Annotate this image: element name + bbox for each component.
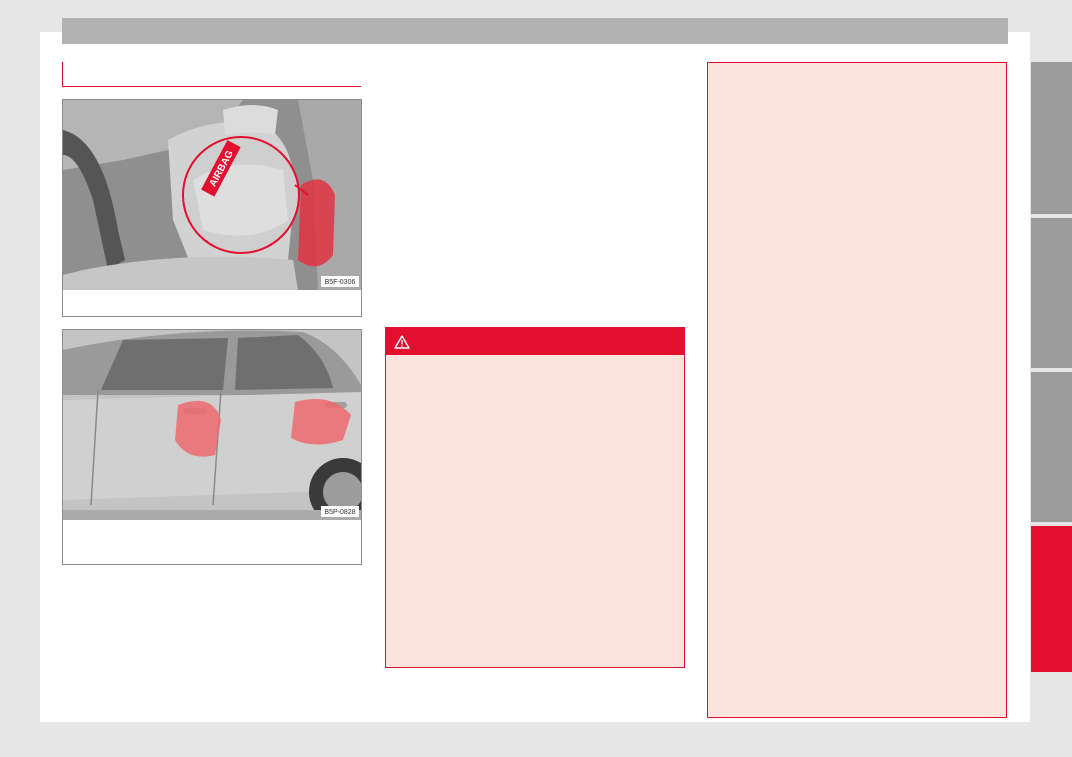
seat-airbag-illustration: AIRBAG B5F-0306	[63, 100, 361, 290]
figure-caption	[63, 290, 361, 314]
figure-seat-airbag: AIRBAG B5F-0306	[62, 99, 362, 317]
chapter-tab-2[interactable]	[1031, 218, 1072, 368]
info-box	[707, 62, 1007, 718]
door-airbags-illustration: B5P-0828	[63, 330, 361, 520]
chapter-tab-active[interactable]	[1031, 526, 1072, 672]
figure-caption	[63, 520, 361, 564]
figure-code: B5P-0828	[324, 509, 355, 516]
page-header-bar	[62, 18, 1008, 44]
warning-box	[385, 327, 685, 668]
warning-header	[386, 328, 684, 355]
figure-door-airbags: B5P-0828	[62, 329, 362, 565]
figure-code: B5F-0306	[325, 279, 356, 286]
chapter-tab-1[interactable]	[1031, 62, 1072, 214]
warning-triangle-icon	[394, 334, 410, 349]
section-heading	[62, 62, 361, 87]
chapter-tab-3[interactable]	[1031, 372, 1072, 522]
